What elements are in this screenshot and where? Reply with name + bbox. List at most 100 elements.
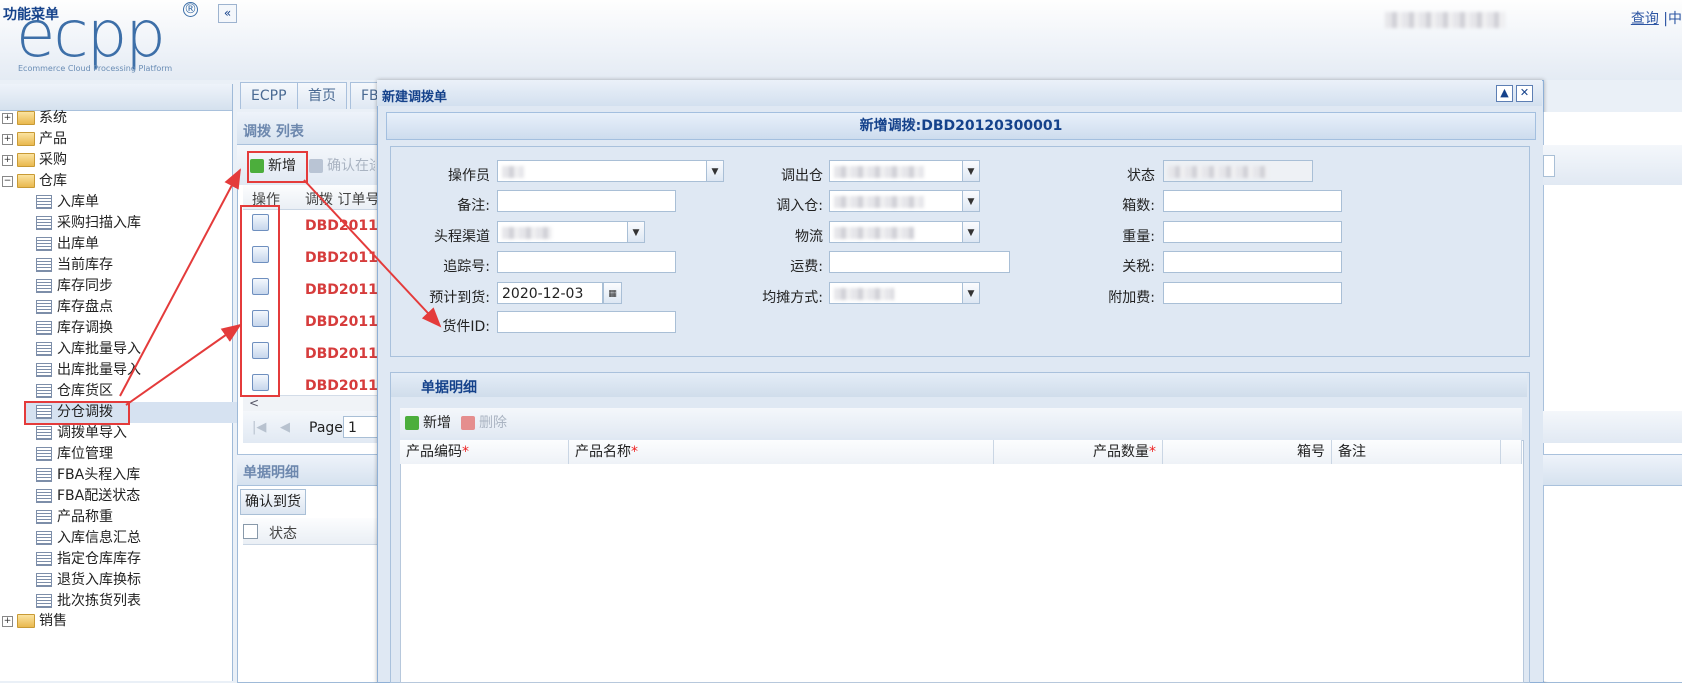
remark-input[interactable] [497, 190, 676, 212]
horizontal-scrollbar[interactable]: < [243, 395, 377, 412]
sidebar-item[interactable]: 当前库存 [36, 255, 113, 276]
tariff-input[interactable] [1163, 251, 1342, 273]
col-box-no[interactable]: 箱号 [1163, 440, 1332, 464]
select-all-checkbox[interactable] [243, 524, 258, 539]
detail-add-button[interactable]: 新增 [405, 412, 451, 434]
folder-open-icon [17, 174, 35, 188]
calendar-icon[interactable]: ▦ [603, 282, 622, 304]
in-warehouse-select[interactable] [829, 190, 963, 212]
sidebar-item[interactable]: 采购扫描入库 [36, 213, 141, 234]
sidebar-item[interactable]: 出库批量导入 [36, 360, 141, 381]
tracking-input[interactable] [497, 251, 676, 273]
order-link[interactable]: DBD201127 [305, 378, 377, 394]
chevron-down-icon[interactable]: ▼ [962, 282, 980, 304]
confirm-in-transit-button[interactable]: 确认在途 [309, 155, 375, 177]
col-product-name[interactable]: 产品名称* [569, 440, 994, 464]
sidebar-item[interactable]: 入库信息汇总 [36, 528, 141, 549]
sidebar-item[interactable]: 退货入库换标 [36, 570, 141, 591]
sidebar-item[interactable]: 出库单 [36, 234, 99, 255]
out-warehouse-select[interactable] [829, 160, 963, 182]
operator-select[interactable] [497, 160, 707, 182]
chevron-down-icon[interactable]: ▼ [962, 190, 980, 212]
boxes-input[interactable] [1163, 190, 1342, 212]
tab-home[interactable]: 首页 [297, 82, 347, 109]
sidebar-item-label: 库存同步 [57, 278, 113, 294]
col-order-no[interactable]: 调拨 订单号 [305, 189, 377, 209]
out-warehouse-label: 调出仓 [781, 168, 823, 184]
expand-icon[interactable]: + [2, 154, 13, 166]
sidebar-item[interactable]: 入库单 [36, 192, 99, 213]
tab-ecpp[interactable]: ECPP [240, 82, 298, 109]
col-product-quantity[interactable]: 产品数量* [994, 440, 1163, 464]
page-icon [36, 195, 52, 209]
sidebar-group-system[interactable]: + 系统 [2, 108, 67, 129]
confirm-arrival-button[interactable]: 确认到货 [240, 489, 306, 515]
sidebar-item-label: 批次拣货列表 [57, 593, 141, 609]
sidebar-item-label: 入库信息汇总 [57, 530, 141, 546]
col-remark[interactable]: 备注 [1332, 440, 1501, 464]
sidebar-group-sales[interactable]: + 销售 [2, 611, 67, 632]
sidebar-item[interactable]: 库存盘点 [36, 297, 113, 318]
collapse-icon[interactable]: « [218, 4, 237, 23]
sidebar-item[interactable]: 调拨单导入 [36, 423, 127, 444]
chevron-down-icon[interactable]: ▼ [627, 221, 645, 243]
page-input[interactable]: 1 [343, 416, 377, 438]
sidebar-item[interactable]: FBA配送状态 [36, 486, 140, 507]
sidebar-header [0, 84, 232, 111]
order-link[interactable]: DBD201127 [305, 314, 377, 330]
logistics-select[interactable] [829, 221, 963, 243]
search-input-fragment[interactable] [1543, 155, 1555, 177]
detail-add-label: 新增 [423, 415, 451, 431]
chevron-down-icon[interactable]: ▼ [962, 221, 980, 243]
minimize-icon[interactable]: ▲ [1496, 85, 1513, 102]
tab-fba[interactable]: FB [350, 82, 378, 109]
sidebar-item[interactable]: 入库批量导入 [36, 339, 141, 360]
expand-icon[interactable]: + [2, 112, 13, 124]
eta-date-input[interactable]: 2020-12-03 [497, 282, 603, 304]
logo-subtitle: Ecommerce Cloud Processing Platform [18, 64, 173, 73]
prev-page-icon[interactable]: ◀ [280, 420, 290, 435]
page-icon [36, 531, 52, 545]
chevron-down-icon[interactable]: ▼ [706, 160, 724, 182]
detail-grid [400, 440, 1524, 683]
query-link[interactable]: 查询 [1631, 11, 1659, 27]
sidebar-group-product[interactable]: + 产品 [2, 129, 67, 150]
collapse-node-icon[interactable]: − [2, 175, 13, 187]
sidebar-item[interactable]: FBA头程入库 [36, 465, 140, 486]
allocation-select[interactable] [829, 282, 963, 304]
weight-input[interactable] [1163, 221, 1342, 243]
sidebar-group-purchase[interactable]: + 采购 [2, 150, 67, 171]
order-link[interactable]: DBD201127 [305, 282, 377, 298]
first-channel-select[interactable] [497, 221, 628, 243]
boxes-label: 箱数: [1122, 198, 1155, 214]
sidebar-item[interactable]: 库位管理 [36, 444, 113, 465]
chevron-down-icon[interactable]: ▼ [962, 160, 980, 182]
surcharge-input[interactable] [1163, 282, 1342, 304]
sidebar-item[interactable]: 批次拣货列表 [36, 591, 141, 612]
page-icon [36, 342, 52, 356]
sidebar-item[interactable]: 库存同步 [36, 276, 113, 297]
expand-icon[interactable]: + [2, 615, 13, 627]
sidebar-group-warehouse[interactable]: − 仓库 [2, 171, 67, 192]
annotation-box-menu [24, 401, 130, 425]
detail-delete-label: 删除 [479, 415, 507, 431]
sidebar-item-label: 当前库存 [57, 257, 113, 273]
sidebar-item[interactable]: 库存调换 [36, 318, 113, 339]
detail-header-right [1543, 454, 1682, 486]
detail-delete-button[interactable]: 删除 [461, 412, 507, 434]
col-product-code[interactable]: 产品编码* [400, 440, 569, 464]
order-link[interactable]: DBD201127 [305, 250, 377, 266]
cargo-id-input[interactable] [497, 311, 676, 333]
order-link[interactable]: DBD201127 [305, 218, 377, 234]
lang-link[interactable]: |中 [1663, 11, 1682, 27]
close-icon[interactable]: ✕ [1516, 85, 1533, 102]
order-link[interactable]: DBD201127 [305, 346, 377, 362]
sidebar-item[interactable]: 指定仓库库存 [36, 549, 141, 570]
sidebar-item[interactable]: 仓库货区 [36, 381, 113, 402]
sidebar-item[interactable]: 产品称重 [36, 507, 113, 528]
page-icon [36, 468, 52, 482]
freight-input[interactable] [829, 251, 1010, 273]
first-page-icon[interactable]: |◀ [252, 420, 266, 435]
expand-icon[interactable]: + [2, 133, 13, 145]
page-icon [36, 258, 52, 272]
